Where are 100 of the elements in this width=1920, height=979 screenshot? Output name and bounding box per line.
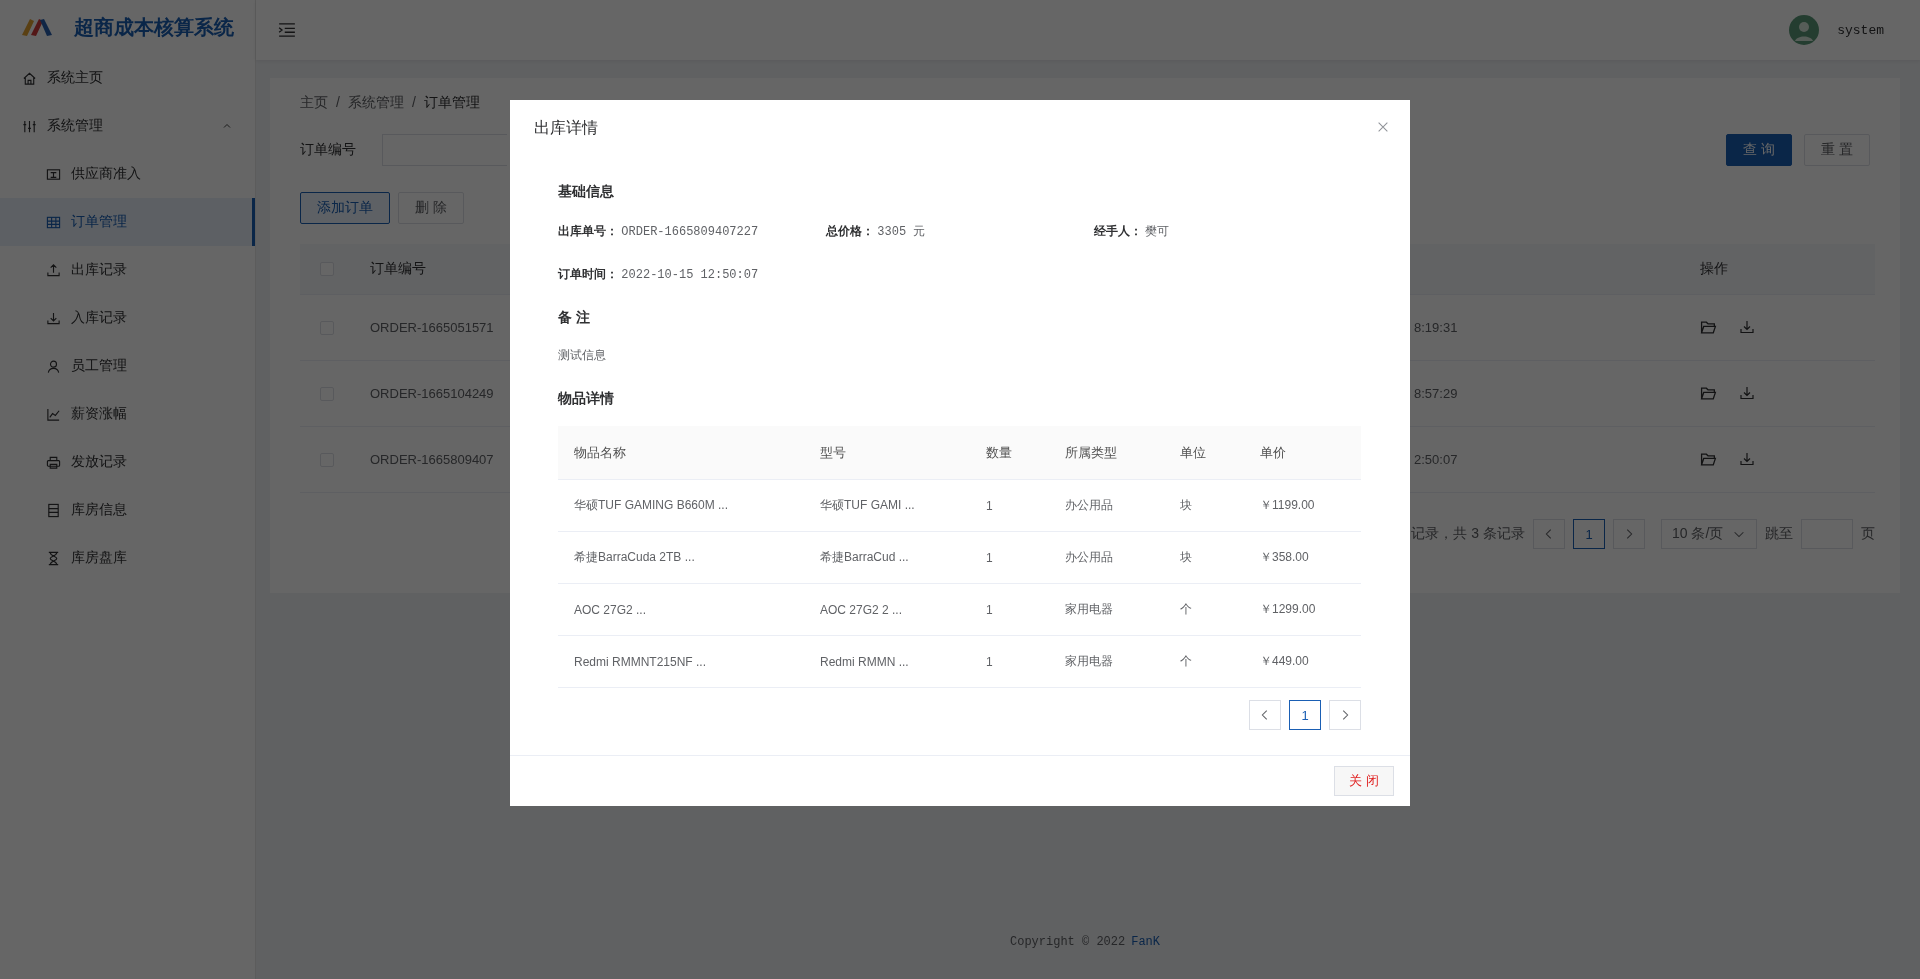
- breadcrumb-item[interactable]: 订单管理: [423, 94, 480, 112]
- sidebar-item[interactable]: 入库记录: [0, 294, 255, 342]
- table-cell-text: ￥1299.00: [1259, 601, 1317, 618]
- column-header: 数量: [985, 443, 1013, 462]
- sidebar-item[interactable]: 库房盘库: [0, 534, 255, 582]
- hourglass-icon: [46, 550, 61, 566]
- table-cell-text: 8:19:31: [1414, 320, 1459, 335]
- column-header: 物品名称: [573, 443, 627, 462]
- table-cell-text: 8:57:29: [1414, 386, 1459, 401]
- add-order-button[interactable]: 添加订单: [300, 192, 390, 224]
- column-header: 订单编号: [370, 260, 427, 278]
- sliders-icon: [22, 118, 37, 134]
- column-header: 型号: [819, 443, 847, 462]
- table-cell-text: 家用电器: [1064, 601, 1114, 618]
- section-heading: 物品详情: [558, 390, 615, 408]
- download-icon: [1739, 385, 1755, 401]
- page-size-select[interactable]: 10 条/页: [1661, 519, 1757, 549]
- next-page-button[interactable]: [1613, 519, 1645, 549]
- table-cell-text: AOC 27G2 ...: [573, 602, 648, 617]
- field-label: 订单时间：: [558, 267, 618, 281]
- table-cell-text: 希捷BarraCuda 2TB ...: [573, 549, 696, 566]
- prev-page-button[interactable]: [1249, 700, 1281, 730]
- card-icon: [46, 166, 61, 182]
- page-button[interactable]: 1: [1289, 700, 1321, 730]
- table-cell-text: ORDER-1665809407: [370, 452, 495, 467]
- table-cell-text: ORDER-1665104249: [370, 386, 495, 401]
- table-cell-text: AOC 27G2 2 ...: [819, 602, 904, 617]
- table-cell-text: 办公用品: [1064, 549, 1114, 566]
- field-value: 樊可: [1145, 225, 1170, 239]
- total-records: 记录，共 3 条记录: [1411, 525, 1525, 543]
- page-button[interactable]: 1: [1573, 519, 1605, 549]
- sidebar-item[interactable]: 供应商准入: [0, 150, 255, 198]
- grid-icon: [46, 214, 61, 230]
- page-suffix: 页: [1861, 525, 1875, 543]
- field-label: 订单编号: [300, 141, 357, 159]
- close-button[interactable]: 关 闭: [1334, 766, 1394, 796]
- sidebar-item[interactable]: 发放记录: [0, 438, 255, 486]
- table-cell-text: 块: [1179, 549, 1193, 566]
- table-cell-text: Redmi RMMN ...: [819, 654, 910, 669]
- table-cell-text: 1: [985, 654, 994, 669]
- prev-page-button[interactable]: [1533, 519, 1565, 549]
- user-icon: [46, 358, 61, 374]
- table-cell-text: ￥1199.00: [1259, 497, 1316, 514]
- table-cell-text: ￥358.00: [1259, 549, 1310, 566]
- copyright-text: Copyright © 2022: [1010, 935, 1126, 949]
- table-cell-text: 办公用品: [1064, 497, 1114, 514]
- sidebar-item[interactable]: 系统主页: [0, 54, 255, 102]
- breadcrumb-item[interactable]: 主页: [300, 94, 328, 112]
- reset-button[interactable]: 重 置: [1804, 134, 1870, 166]
- sidebar-item[interactable]: 订单管理: [0, 198, 255, 246]
- table-cell-text: 块: [1179, 497, 1193, 514]
- download-icon: [1739, 451, 1755, 467]
- sidebar-item[interactable]: 系统管理: [0, 102, 255, 150]
- sidebar-item[interactable]: 员工管理: [0, 342, 255, 390]
- table-cell-text: 华硕TUF GAMI ...: [819, 497, 916, 514]
- table-cell-text: 1: [985, 602, 994, 617]
- field-value: 3305 元: [877, 225, 926, 239]
- column-header: 单位: [1179, 443, 1207, 462]
- author-link[interactable]: FanK: [1131, 935, 1160, 949]
- column-header: 所属类型: [1064, 443, 1118, 462]
- breadcrumb-item[interactable]: 系统管理: [347, 94, 404, 112]
- user-name: system: [1837, 22, 1884, 38]
- breadcrumb-separator: /: [336, 94, 340, 112]
- folder-icon: [1700, 319, 1717, 336]
- table-cell-text: ￥449.00: [1259, 653, 1310, 670]
- delete-button[interactable]: 删 除: [398, 192, 464, 224]
- field-label: 经手人：: [1094, 224, 1142, 238]
- home-icon: [22, 70, 37, 86]
- table-cell-text: 1: [985, 498, 994, 513]
- folder-icon: [1700, 385, 1717, 402]
- chart-icon: [46, 406, 61, 422]
- table-cell-text: 1: [985, 550, 994, 565]
- download-icon: [1739, 319, 1755, 335]
- app-title: 超商成本核算系统: [74, 14, 234, 40]
- field-value: ORDER-1665809407227: [621, 225, 759, 239]
- column-header: 单价: [1259, 443, 1287, 462]
- table-cell-text: Redmi RMMNT215NF ...: [573, 654, 708, 669]
- remark-text: 测试信息: [558, 347, 607, 364]
- table-cell-text: 2:50:07: [1414, 452, 1459, 467]
- table-cell-text: ORDER-1665051571: [370, 320, 495, 335]
- query-button[interactable]: 查 询: [1726, 134, 1793, 166]
- column-header: 操作: [1700, 260, 1729, 278]
- printer-icon: [46, 454, 61, 470]
- jump-label: 跳至: [1765, 525, 1793, 543]
- avatar-icon: [1789, 15, 1820, 45]
- menu-icon: [278, 21, 296, 39]
- sidebar-item[interactable]: 薪资涨幅: [0, 390, 255, 438]
- field-value: 2022-10-15 12:50:07: [621, 268, 759, 282]
- table-cell-text: 家用电器: [1064, 653, 1114, 670]
- list-icon: [46, 502, 61, 518]
- table-cell-text: 华硕TUF GAMING B660M ...: [573, 497, 730, 514]
- upload-icon: [46, 262, 61, 278]
- sidebar-item[interactable]: 出库记录: [0, 246, 255, 294]
- next-page-button[interactable]: [1329, 700, 1361, 730]
- table-cell-text: 个: [1179, 653, 1193, 670]
- table-cell-text: 希捷BarraCud ...: [819, 549, 910, 566]
- breadcrumb-separator: /: [411, 94, 416, 112]
- field-label: 出库单号：: [558, 224, 618, 238]
- download-icon: [46, 310, 61, 326]
- sidebar-item[interactable]: 库房信息: [0, 486, 255, 534]
